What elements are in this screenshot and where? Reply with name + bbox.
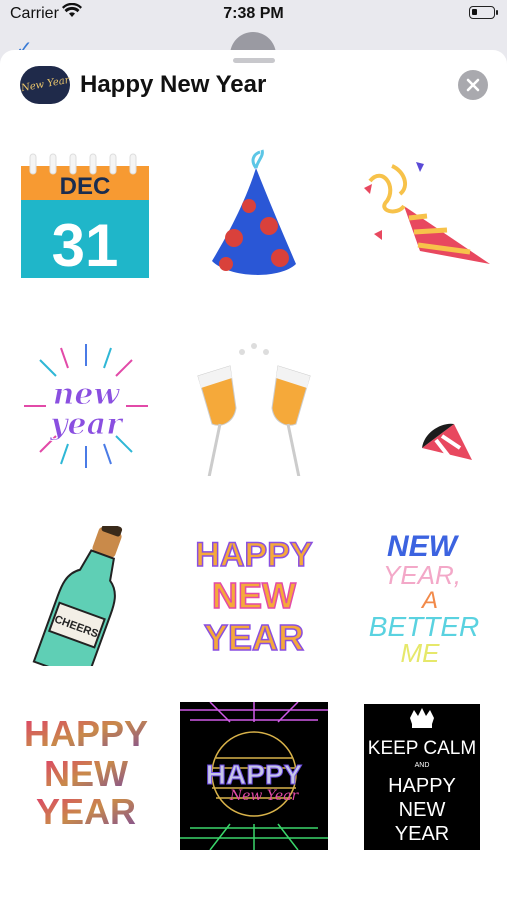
cheers-bottle-sticker[interactable]: CHEERS: [16, 526, 156, 666]
sticker-sheet: New Year Happy New Year DEC 31 new year …: [0, 50, 507, 900]
calm-line4: NEW: [399, 799, 446, 821]
lettering-line2: NEW: [212, 575, 296, 616]
better-line5: ME: [401, 638, 441, 666]
better-line1: NEW: [387, 530, 460, 563]
lettering-line3: YEAR: [204, 617, 304, 658]
retro-line1: HAPPY: [206, 759, 303, 790]
photo-line2: NEW: [44, 753, 128, 794]
status-time: 7:38 PM: [223, 5, 284, 22]
calendar-sticker[interactable]: DEC 31: [16, 146, 156, 286]
calm-line2: AND: [415, 762, 430, 769]
better-line3: A: [420, 587, 438, 614]
champagne-glasses-sticker[interactable]: [184, 336, 324, 476]
party-hat-sticker[interactable]: [184, 146, 324, 286]
photo-line1: HAPPY: [24, 713, 148, 754]
burst-line2: year: [49, 407, 124, 442]
happy-new-year-photo-sticker[interactable]: HAPPY NEW YEAR: [16, 702, 156, 842]
retro-line2: New Year: [229, 788, 300, 804]
photo-line3: YEAR: [36, 791, 136, 832]
better-line2: YEAR,: [383, 560, 461, 590]
keep-calm-sticker[interactable]: KEEP CALM AND HAPPY NEW YEAR: [364, 704, 480, 850]
calm-line1: KEEP CALM: [368, 738, 476, 759]
new-year-burst-sticker[interactable]: new year: [16, 336, 156, 476]
retro-happy-sticker[interactable]: HAPPY New Year: [180, 702, 328, 850]
calendar-month: DEC: [60, 173, 111, 200]
calm-line5: YEAR: [395, 823, 449, 845]
sticker-grid: DEC 31 new year CHEERS HAPPY NEW YEAR NE…: [0, 50, 507, 900]
happy-new-year-lettering-sticker[interactable]: HAPPY NEW YEAR: [184, 526, 324, 666]
small-party-hat-sticker[interactable]: [352, 336, 492, 476]
better-me-sticker[interactable]: NEW YEAR, A BETTER ME: [352, 526, 492, 666]
calendar-day: 31: [52, 212, 119, 279]
party-horn-sticker[interactable]: [352, 146, 492, 286]
battery-icon: [469, 6, 498, 19]
calm-line3: HAPPY: [388, 775, 456, 797]
status-bar: Carrier 7:38 PM: [0, 0, 507, 30]
lettering-line1: HAPPY: [195, 536, 312, 574]
